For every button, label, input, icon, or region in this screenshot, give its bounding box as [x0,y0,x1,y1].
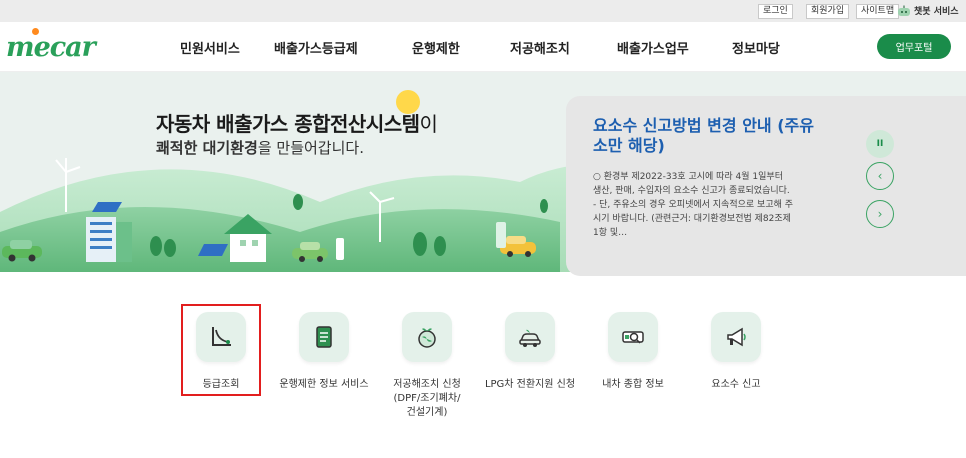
chevron-left-icon: ‹ [877,169,883,183]
nav-item-emission-grade[interactable]: 배출가스등급제 [274,38,358,57]
quick-tile [402,312,452,362]
chatbot-link[interactable]: 챗봇 서비스 [897,4,959,17]
quick-label: 운행제한 정보 서비스 [279,379,369,390]
hero-subtitle: 쾌적한 대기환경을 만들어갑니다. [156,137,364,158]
login-link[interactable]: 로그인 [758,4,793,19]
nav-item-emission-work[interactable]: 배출가스업무 [617,38,689,57]
work-portal-button[interactable]: 업무포털 [877,34,951,59]
chevron-right-icon: › [877,207,883,221]
quick-menu-low-emission-apply[interactable]: 저공해조치 신청 (DPF/조기폐차/ 건설기계) [372,312,482,420]
quick-label: LPG차 전환지원 신청 [484,379,576,390]
hero-subtitle-bold: 쾌적한 대기환경 [156,139,258,157]
notice-title[interactable]: 요소수 신고방법 변경 안내 (주유소만 해당) [593,116,823,156]
quick-menu-restriction-info[interactable]: 운행제한 정보 서비스 [269,312,379,392]
notice-card[interactable]: 요소수 신고방법 변경 안내 (주유소만 해당) ○ 환경부 제2022-33호… [566,96,966,276]
quick-tile [505,312,555,362]
signup-link[interactable]: 회원가입 [806,4,850,19]
pause-icon: II [876,139,884,149]
main-header: mecar 민원서비스 배출가스등급제 운행제한 저공해조치 배출가스업무 정보… [0,22,966,72]
eco-car-icon [519,329,541,347]
quick-tile [299,312,349,362]
nav-item-driving-restriction[interactable]: 운행제한 [412,38,460,57]
hero-title-bold: 자동차 배출가스 종합전산시스템 [156,112,420,136]
mecar-logo[interactable]: mecar [6,28,96,63]
notice-body: ○ 환경부 제2022-33호 고시에 따라 4월 1일부터 생산, 판매, 수… [593,172,794,238]
login-label: 로그인 [758,4,793,19]
selection-highlight-box [181,304,261,396]
prev-button[interactable]: ‹ [866,162,894,190]
quick-label: 요소수 신고 [711,379,761,390]
top-utility-bar: 로그인 회원가입 사이트맵 챗봇 서비스 [0,0,966,22]
hero-subtitle-rest: 을 만들어갑니다. [257,139,364,157]
nav-item-civil-service[interactable]: 민원서비스 [180,38,240,57]
sitemap-label: 사이트맵 [856,4,900,19]
quick-menu-urea-report[interactable]: 요소수 신고 [681,312,791,392]
signup-label: 회원가입 [806,4,850,19]
quick-menu-my-car-info[interactable]: 내차 종합 정보 [578,312,688,392]
logo-dot-icon [32,28,39,35]
quick-label: 저공해조치 신청 (DPF/조기폐차/ 건설기계) [393,379,461,418]
hero-title-suffix: 이 [419,112,438,136]
document-icon [316,326,332,348]
quick-label: 내차 종합 정보 [602,379,664,390]
globe-leaf-icon [418,328,436,348]
nav-item-info[interactable]: 정보마당 [732,38,780,57]
car-search-icon [622,331,644,344]
nav-item-low-emission[interactable]: 저공해조치 [510,38,570,57]
quick-tile [711,312,761,362]
pause-button[interactable]: II [866,130,894,158]
megaphone-icon [727,327,746,347]
logo-text: mecar [6,32,96,63]
sitemap-link[interactable]: 사이트맵 [856,4,900,19]
chatbot-icon [898,5,910,16]
quick-menu-lpg-conversion[interactable]: LPG차 전환지원 신청 [475,312,585,392]
quick-tile [608,312,658,362]
chatbot-label: 챗봇 서비스 [914,7,959,17]
hero-title: 자동차 배출가스 종합전산시스템이 [156,108,438,137]
next-button[interactable]: › [866,200,894,228]
